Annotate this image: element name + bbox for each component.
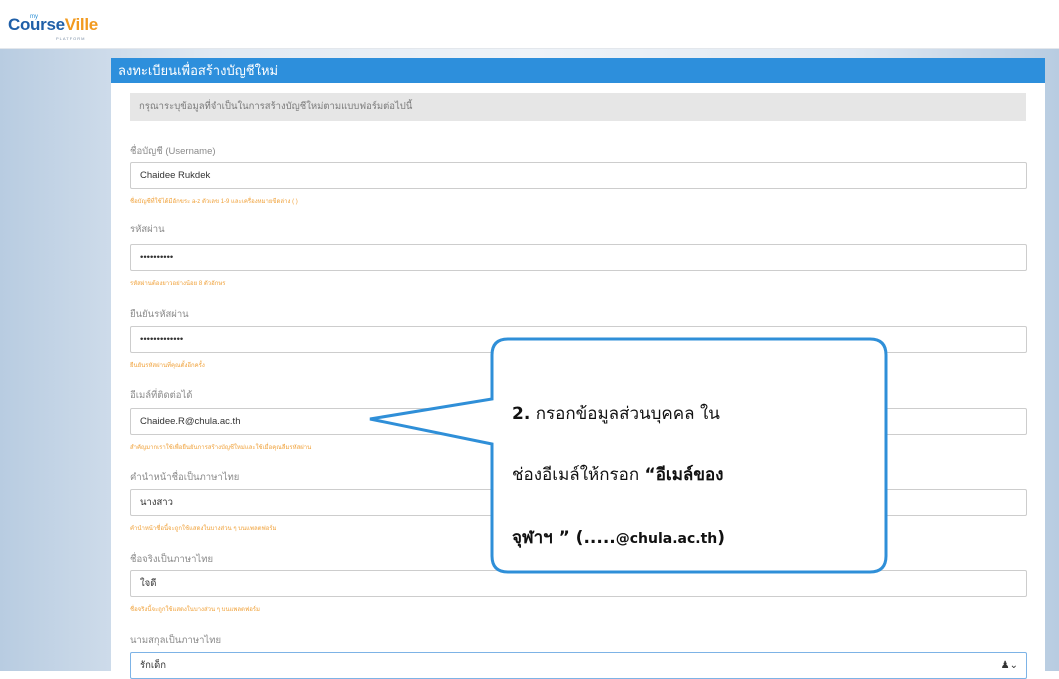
prefix-label: คำนำหน้าชื่อเป็นภาษาไทย bbox=[130, 472, 240, 483]
logo-subtitle: PLATFORM bbox=[56, 36, 86, 41]
username-label: ชื่อบัญชี (Username) bbox=[130, 146, 216, 157]
form-notice: กรุณาระบุข้อมูลที่จำเป็นในการสร้างบัญชีใ… bbox=[130, 93, 1026, 121]
username-hint: ชื่อบัญชีที่ใช้ได้มีอักขระ a-z ตัวเลข 1-… bbox=[130, 199, 298, 205]
firstname-label: ชื่อจริงเป็นภาษาไทย bbox=[130, 554, 214, 565]
firstname-hint: ชื่อจริงนี้จะถูกใช้แสดงในบางส่วน ๆ บนแพล… bbox=[130, 607, 260, 613]
prefix-input[interactable]: นางสาว bbox=[130, 489, 1027, 516]
password-hint: รหัสผ่านต้องยาวอย่างน้อย 8 ตัวอักษร bbox=[130, 281, 226, 287]
firstname-input[interactable]: ใจดี bbox=[130, 570, 1027, 597]
confirm-password-label: ยืนยันรหัสผ่าน bbox=[130, 309, 189, 320]
username-input[interactable]: Chaidee Rukdek bbox=[130, 162, 1027, 189]
user-dropdown-icon[interactable]: ♟⌄ bbox=[1001, 653, 1018, 678]
top-bar: my CourseVille PLATFORM bbox=[0, 0, 1059, 49]
courseville-logo[interactable]: my CourseVille PLATFORM bbox=[8, 14, 98, 44]
lastname-value: รักเด็ก bbox=[140, 660, 167, 671]
password-label: รหัสผ่าน bbox=[130, 224, 165, 235]
lastname-input[interactable]: รักเด็ก ♟⌄ bbox=[130, 652, 1027, 679]
callout-line-2: ช่องอีเมล์ให้กรอก “อีเมล์ของ bbox=[512, 465, 724, 485]
callout-line-1: 2. กรอกข้อมูลส่วนบุคคล ใน bbox=[512, 404, 720, 424]
confirm-password-input[interactable]: ••••••••••••• bbox=[130, 326, 1027, 353]
password-input[interactable]: •••••••••• bbox=[130, 244, 1027, 271]
logo-text: CourseVille bbox=[8, 15, 98, 34]
registration-panel: ลงทะเบียนเพื่อสร้างบัญชีใหม่ กรุณาระบุข้… bbox=[111, 58, 1045, 679]
email-label: อีเมล์ที่ติดต่อได้ bbox=[130, 390, 193, 401]
confirm-password-hint: ยืนยันรหัสผ่านที่คุณตั้งอีกครั้ง bbox=[130, 363, 205, 369]
prefix-hint: คำนำหน้าชื่อนี้จะถูกใช้แสดงในบางส่วน ๆ บ… bbox=[130, 526, 277, 532]
panel-title: ลงทะเบียนเพื่อสร้างบัญชีใหม่ bbox=[111, 58, 1045, 83]
lastname-label: นามสกุลเป็นภาษาไทย bbox=[130, 635, 222, 646]
callout-line-3: จุฬาฯ ” (.....@chula.ac.th) bbox=[512, 528, 726, 548]
email-hint: สำคัญมากเราใช้เพื่อยืนยันการสร้างบัญชีให… bbox=[130, 445, 312, 451]
logo-prefix: my bbox=[30, 14, 38, 20]
